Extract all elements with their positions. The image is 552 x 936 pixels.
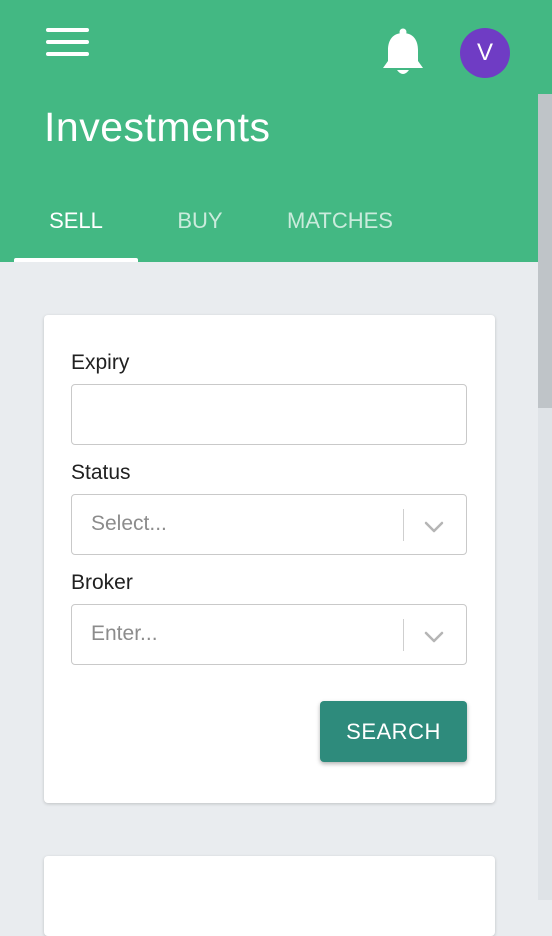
tab-matches[interactable]: MATCHES xyxy=(270,196,410,262)
active-tab-indicator xyxy=(14,258,138,262)
page-title: Investments xyxy=(44,104,271,150)
bell-icon[interactable] xyxy=(380,28,426,76)
tab-bar: SELL BUY MATCHES xyxy=(0,196,552,262)
status-label: Status xyxy=(71,461,131,484)
broker-placeholder: Enter... xyxy=(91,622,158,645)
select-divider xyxy=(403,509,404,541)
status-select[interactable]: Select... xyxy=(71,494,467,555)
expiry-input[interactable] xyxy=(71,384,467,445)
search-button[interactable]: SEARCH xyxy=(320,701,467,762)
tab-sell[interactable]: SELL xyxy=(14,196,138,262)
filter-card: Expiry Status Select... Broker Enter... … xyxy=(44,315,495,803)
broker-label: Broker xyxy=(71,571,133,594)
hamburger-menu-icon[interactable] xyxy=(46,28,90,58)
select-divider xyxy=(403,619,404,651)
chevron-down-icon[interactable] xyxy=(422,515,446,539)
results-card xyxy=(44,856,495,936)
app-bar: V Investments SELL BUY MATCHES xyxy=(0,0,552,262)
avatar[interactable]: V xyxy=(460,28,510,78)
chevron-down-icon[interactable] xyxy=(422,625,446,649)
expiry-label: Expiry xyxy=(71,351,130,374)
tab-buy[interactable]: BUY xyxy=(160,196,240,262)
status-placeholder: Select... xyxy=(91,512,167,535)
broker-select[interactable]: Enter... xyxy=(71,604,467,665)
scrollbar-thumb[interactable] xyxy=(538,94,552,408)
